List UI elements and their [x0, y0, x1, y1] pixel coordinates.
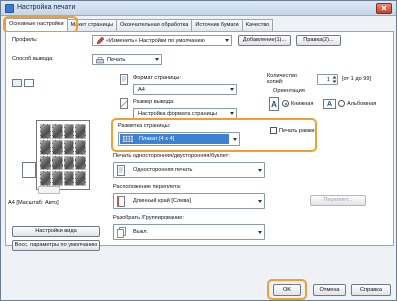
- poster-tile: [75, 171, 86, 186]
- poster-tile: [63, 155, 75, 171]
- copies-label: Количество копий:: [267, 73, 298, 85]
- chevron-down-icon: [258, 200, 262, 203]
- edit-profile-button[interactable]: Правка(2)...: [296, 35, 341, 46]
- spin-arrows-icon[interactable]: [332, 75, 337, 84]
- add-profile-button[interactable]: Добавление(1)...: [238, 35, 291, 46]
- title-bar: Настройка печати ✕: [1, 1, 396, 16]
- binding-value: Длинный край [Слева]: [133, 198, 191, 204]
- poster-tile: [40, 124, 51, 139]
- landscape-radio[interactable]: [338, 100, 345, 107]
- cancel-button[interactable]: Отмена: [313, 284, 346, 296]
- page-layout-value: Плакат [4 x 4]: [139, 136, 175, 142]
- landscape-label: Альбомная: [347, 101, 377, 107]
- tab-paper-source[interactable]: Источник бумаги: [191, 19, 243, 31]
- binding-edge-icon: [117, 196, 125, 207]
- profile-select[interactable]: «Изменить» Настройки по умолчанию: [92, 35, 232, 46]
- portrait-icon: A: [269, 97, 279, 111]
- printer-icon: [96, 57, 104, 64]
- copies-value: 1: [326, 77, 330, 83]
- poster-tile: [75, 155, 86, 171]
- output-size-select[interactable]: Настройка формата страницы: [133, 108, 237, 119]
- chevron-down-icon: [155, 58, 159, 61]
- profile-label: Профиль:: [12, 37, 38, 43]
- settings-view-icon[interactable]: [24, 79, 34, 87]
- poster-grid-icon: [122, 135, 134, 143]
- portrait-radio[interactable]: [282, 100, 289, 107]
- output-method-select[interactable]: Печать: [92, 54, 162, 65]
- page-layout-select[interactable]: Плакат [4 x 4]: [118, 132, 240, 146]
- profile-value: «Изменить» Настройки по умолчанию: [106, 38, 205, 44]
- page-layout-selection: [120, 134, 229, 144]
- print-settings-window: Настройка печати ✕ Основные настройки Ма…: [0, 0, 397, 301]
- tab-basic-settings[interactable]: Основные настройки: [5, 18, 68, 31]
- tab-strip: Основные настройки Макет страницы Оконча…: [5, 18, 274, 31]
- poster-tile: [75, 139, 86, 155]
- chevron-down-icon: [258, 169, 262, 172]
- poster-tile: [63, 139, 75, 155]
- page-order-icon: [38, 186, 60, 194]
- restore-defaults-button[interactable]: Восс. параметры по умолчанию: [12, 240, 100, 251]
- printer-app-icon: [5, 4, 14, 13]
- pencil-icon: [96, 37, 104, 45]
- portrait-label: Книжная: [291, 101, 314, 107]
- settings-panel: Профиль: «Изменить» Настройки по умолчан…: [5, 31, 394, 251]
- page-size-select[interactable]: A4: [133, 84, 237, 95]
- duplex-value: Односторонняя печать: [133, 167, 193, 173]
- binding-label: Расположение переплета:: [113, 184, 182, 190]
- preview-status: A4 [Масштаб: Авто]: [8, 200, 59, 206]
- one-sided-icon: [117, 165, 125, 176]
- print-frame-label: Печать рамки: [279, 128, 315, 134]
- page-size-icon: [120, 74, 128, 85]
- help-button[interactable]: Справка: [351, 284, 391, 296]
- poster-tile: [51, 124, 63, 139]
- binding-button[interactable]: Переплет...: [310, 195, 366, 206]
- poster-tile: [63, 124, 75, 139]
- collate-label: Разобрать /Группирование:: [113, 215, 184, 221]
- chevron-down-icon: [258, 231, 262, 234]
- layout-view-icon[interactable]: [12, 79, 22, 87]
- chevron-down-icon: [233, 138, 237, 141]
- poster-tile: [40, 155, 51, 171]
- page-preview: [36, 120, 90, 190]
- poster-tile: [63, 171, 75, 186]
- tab-finishing[interactable]: Окончательная обработка: [115, 19, 193, 31]
- output-size-icon: [120, 98, 129, 109]
- chevron-down-icon: [225, 39, 229, 42]
- poster-tile: [40, 171, 51, 186]
- page-size-value: A4: [138, 87, 145, 93]
- chevron-down-icon: [230, 88, 234, 91]
- landscape-icon: A: [323, 99, 336, 109]
- copies-input[interactable]: 1: [317, 74, 338, 85]
- stack-icon: [22, 162, 36, 178]
- output-method-label: Способ вывода:: [12, 56, 54, 62]
- binding-select[interactable]: Длинный край [Слева]: [113, 193, 265, 209]
- poster-grid: [40, 124, 86, 186]
- output-method-value: Печать: [107, 57, 126, 63]
- page-size-label: Формат страницы:: [133, 75, 181, 81]
- page-layout-label: Разметка страницы:: [118, 123, 171, 129]
- poster-tile: [40, 139, 51, 155]
- output-size-value: Настройка формата страницы: [138, 111, 217, 117]
- collate-select[interactable]: Выкл.: [113, 224, 265, 240]
- duplex-label: Печать односторонняя/двусторонняя/буклет…: [113, 153, 230, 159]
- collate-icon: [117, 227, 126, 238]
- poster-tile: [75, 124, 86, 139]
- view-settings-button[interactable]: Настройки вида: [12, 226, 100, 237]
- poster-tile: [51, 155, 63, 171]
- ok-button[interactable]: OK: [273, 284, 301, 296]
- orientation-label: Ориентация: [273, 88, 305, 94]
- poster-tile: [51, 139, 63, 155]
- poster-tile: [51, 171, 63, 186]
- tab-quality[interactable]: Качество: [241, 19, 274, 31]
- copies-range: [от 1 до 99]: [342, 76, 372, 82]
- duplex-select[interactable]: Односторонняя печать: [113, 162, 265, 178]
- tab-page-setup[interactable]: Макет страницы: [66, 19, 117, 31]
- window-title: Настройка печати: [17, 4, 76, 11]
- collate-value: Выкл.: [133, 229, 149, 235]
- chevron-down-icon: [230, 112, 234, 115]
- output-size-label: Размер вывода:: [133, 99, 175, 105]
- print-frame-checkbox[interactable]: [270, 127, 277, 134]
- close-button[interactable]: ✕: [376, 3, 392, 14]
